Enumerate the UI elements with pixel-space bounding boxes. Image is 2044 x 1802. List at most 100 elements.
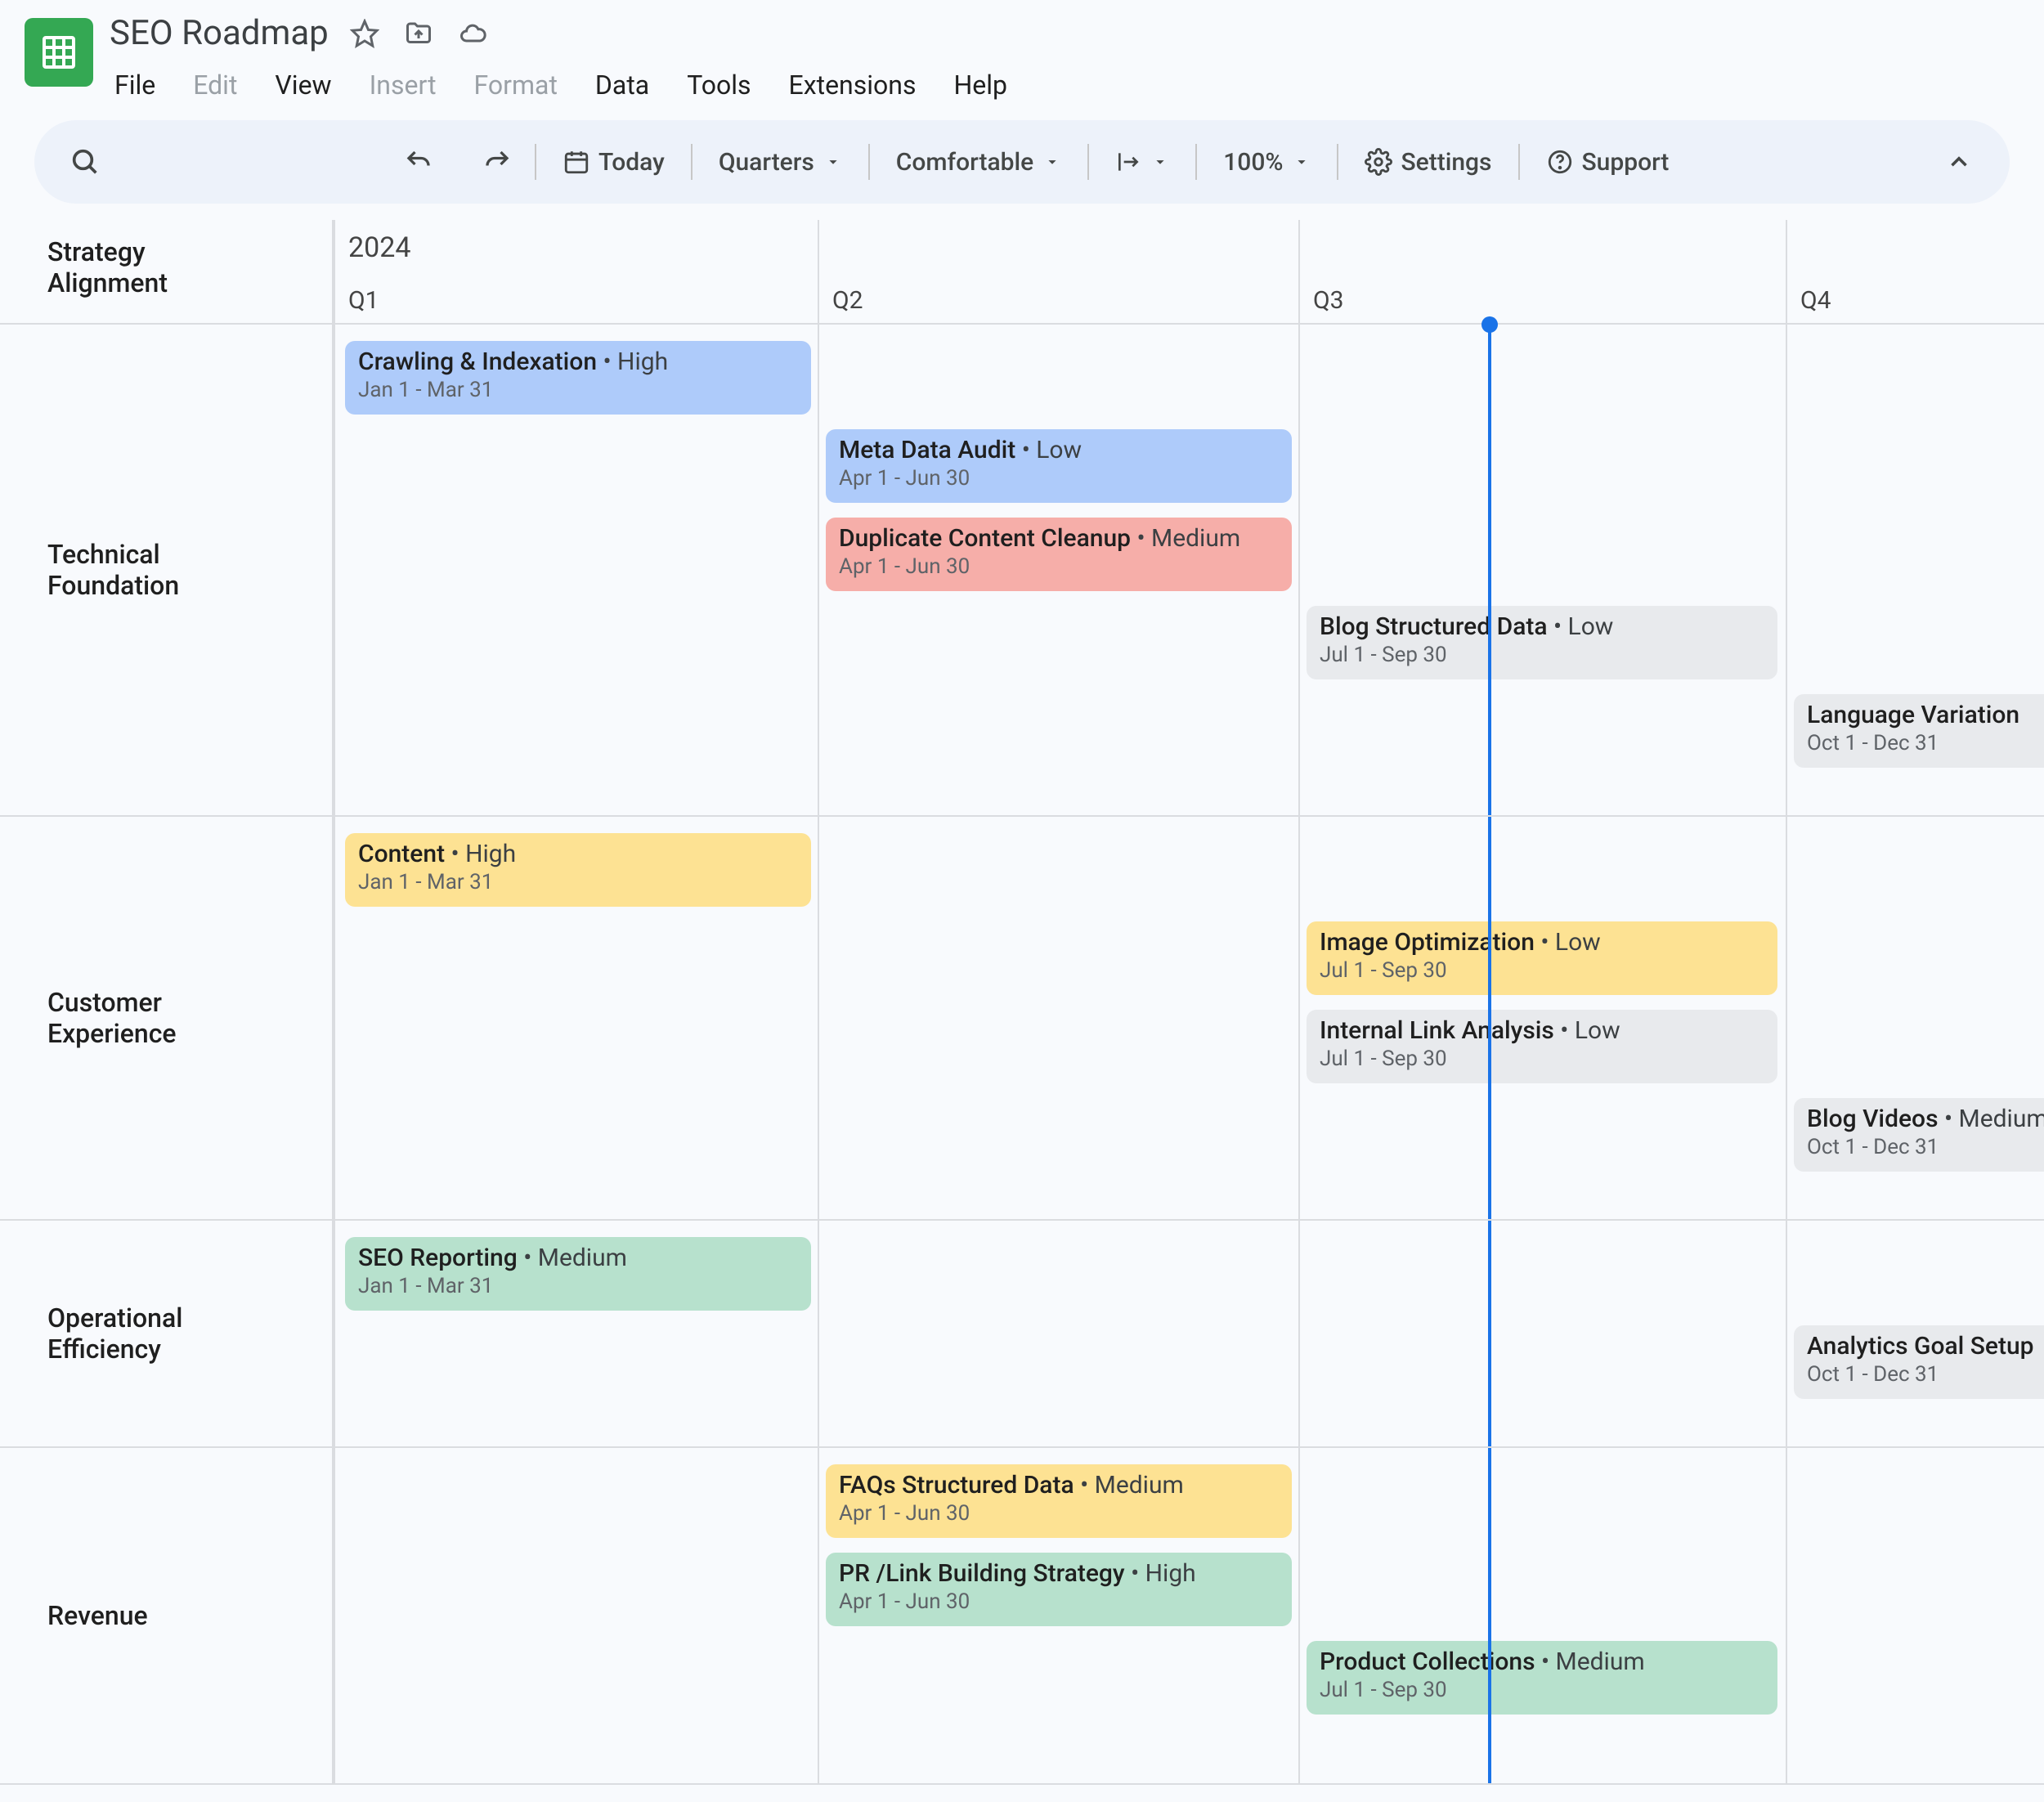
group-tracks: Content • HighJan 1 - Mar 31 Image Optimi… xyxy=(334,817,2044,1219)
task-dates: Jul 1 - Sep 30 xyxy=(1320,1678,1764,1702)
cloud-status-icon[interactable] xyxy=(455,16,491,52)
task-card[interactable]: SEO Reporting • MediumJan 1 - Mar 31 xyxy=(345,1237,811,1311)
task-card[interactable]: Blog Videos • MediumOct 1 - Dec 31 xyxy=(1794,1098,2044,1172)
group-label-line: Technical xyxy=(47,539,179,570)
task-dates: Apr 1 - Jun 30 xyxy=(839,1589,1279,1614)
gridline xyxy=(1786,325,1787,815)
gridline xyxy=(1298,1448,1300,1783)
scale-dropdown[interactable]: Quarters xyxy=(709,143,852,182)
group-label: TechnicalFoundation xyxy=(0,325,334,815)
fit-width-dropdown[interactable] xyxy=(1105,144,1179,180)
task-title: Analytics Goal Setup xyxy=(1807,1332,2044,1360)
task-card[interactable]: Analytics Goal SetupOct 1 - Dec 31 xyxy=(1794,1325,2044,1399)
group-label: CustomerExperience xyxy=(0,817,334,1219)
group-label-line: Operational xyxy=(47,1302,182,1334)
task-dates: Jan 1 - Mar 31 xyxy=(358,1274,798,1298)
menu-data[interactable]: Data xyxy=(590,66,654,104)
star-icon[interactable] xyxy=(347,16,383,52)
today-indicator-line xyxy=(1488,1448,1491,1783)
density-label: Comfortable xyxy=(896,148,1033,177)
task-card[interactable]: Crawling & Indexation • HighJan 1 - Mar … xyxy=(345,341,811,415)
gridline xyxy=(334,220,335,323)
quarter-label-q1: Q1 xyxy=(348,286,379,315)
gridline xyxy=(1786,1221,1787,1446)
menu-tools[interactable]: Tools xyxy=(682,66,755,104)
chevron-down-icon xyxy=(1151,153,1169,171)
task-title: Product Collections • Medium xyxy=(1320,1647,1764,1676)
task-card[interactable]: Product Collections • MediumJul 1 - Sep … xyxy=(1307,1641,1777,1715)
quarter-label-q3: Q3 xyxy=(1313,286,1344,315)
menu-insert[interactable]: Insert xyxy=(365,66,442,104)
group-tracks: FAQs Structured Data • MediumApr 1 - Jun… xyxy=(334,1448,2044,1783)
redo-icon[interactable] xyxy=(476,141,518,183)
density-dropdown[interactable]: Comfortable xyxy=(886,143,1071,182)
search-icon[interactable] xyxy=(64,141,106,183)
task-card[interactable]: FAQs Structured Data • MediumApr 1 - Jun… xyxy=(826,1464,1292,1538)
task-card[interactable]: Meta Data Audit • LowApr 1 - Jun 30 xyxy=(826,429,1292,503)
menu-view[interactable]: View xyxy=(270,66,336,104)
chevron-down-icon xyxy=(1043,153,1061,171)
group-label-line: Efficiency xyxy=(47,1334,182,1365)
gridline xyxy=(1786,1448,1787,1783)
today-button[interactable]: Today xyxy=(553,143,675,182)
task-title: Blog Videos • Medium xyxy=(1807,1105,2044,1133)
doc-title[interactable]: SEO Roadmap xyxy=(110,13,329,53)
separator xyxy=(691,144,693,180)
gridline xyxy=(1298,325,1300,815)
task-dates: Jan 1 - Mar 31 xyxy=(358,870,798,894)
group-label-line: Customer xyxy=(47,987,177,1018)
task-card[interactable]: Language VariationOct 1 - Dec 31 xyxy=(1794,694,2044,768)
chevron-down-icon xyxy=(1293,153,1311,171)
task-card[interactable]: PR /Link Building Strategy • HighApr 1 -… xyxy=(826,1553,1292,1626)
task-card[interactable]: Internal Link Analysis • LowJul 1 - Sep … xyxy=(1307,1010,1777,1083)
timeline-group: CustomerExperienceContent • HighJan 1 - … xyxy=(0,817,2044,1221)
task-card[interactable]: Image Optimization • LowJul 1 - Sep 30 xyxy=(1307,921,1777,995)
heading-line1: Strategy xyxy=(47,236,307,267)
task-card[interactable]: Duplicate Content Cleanup • MediumApr 1 … xyxy=(826,518,1292,591)
task-title: PR /Link Building Strategy • High xyxy=(839,1559,1279,1588)
group-tracks: Crawling & Indexation • HighJan 1 - Mar … xyxy=(334,325,2044,815)
timeline-heading: Strategy Alignment xyxy=(0,220,334,323)
task-card[interactable]: Blog Structured Data • LowJul 1 - Sep 30 xyxy=(1307,606,1777,679)
menubar: File Edit View Insert Format Data Tools … xyxy=(110,60,2019,110)
task-card[interactable]: Content • HighJan 1 - Mar 31 xyxy=(345,833,811,907)
task-dates: Oct 1 - Dec 31 xyxy=(1807,1135,2044,1159)
gridline xyxy=(818,1448,819,1783)
task-title: Crawling & Indexation • High xyxy=(358,347,798,376)
task-dates: Jan 1 - Mar 31 xyxy=(358,378,798,402)
task-dates: Apr 1 - Jun 30 xyxy=(839,466,1279,491)
quarter-label-q2: Q2 xyxy=(832,286,863,315)
gridline xyxy=(1786,817,1787,1219)
task-dates: Jul 1 - Sep 30 xyxy=(1320,958,1764,983)
year-label: 2024 xyxy=(348,231,410,264)
task-dates: Oct 1 - Dec 31 xyxy=(1807,731,2044,755)
support-button[interactable]: Support xyxy=(1536,143,1679,182)
toolbar: Today Quarters Comfortable 100% Settings… xyxy=(34,120,2010,204)
zoom-dropdown[interactable]: 100% xyxy=(1213,143,1320,182)
move-to-folder-icon[interactable] xyxy=(401,16,437,52)
today-indicator-line xyxy=(1488,1221,1491,1446)
menu-format[interactable]: Format xyxy=(469,66,563,104)
today-indicator-line xyxy=(1488,817,1491,1219)
gridline xyxy=(818,220,819,323)
group-label-line: Revenue xyxy=(47,1600,148,1631)
menu-edit[interactable]: Edit xyxy=(188,66,242,104)
task-title: Duplicate Content Cleanup • Medium xyxy=(839,524,1279,553)
collapse-toolbar-icon[interactable] xyxy=(1938,141,1980,183)
heading-line2: Alignment xyxy=(47,267,307,298)
group-label-line: Foundation xyxy=(47,570,179,601)
gridline xyxy=(334,1448,335,1783)
task-dates: Oct 1 - Dec 31 xyxy=(1807,1362,2044,1387)
menu-file[interactable]: File xyxy=(110,66,160,104)
sheets-logo[interactable] xyxy=(25,18,93,87)
task-title: Blog Structured Data • Low xyxy=(1320,612,1764,641)
menu-help[interactable]: Help xyxy=(948,66,1012,104)
settings-button[interactable]: Settings xyxy=(1355,143,1501,182)
today-indicator-dot xyxy=(1481,316,1498,333)
menu-extensions[interactable]: Extensions xyxy=(784,66,921,104)
task-title: SEO Reporting • Medium xyxy=(358,1244,798,1272)
chevron-up-icon xyxy=(1945,148,1973,176)
gridline xyxy=(334,817,335,1219)
gridline xyxy=(1298,220,1300,323)
undo-icon[interactable] xyxy=(397,141,440,183)
